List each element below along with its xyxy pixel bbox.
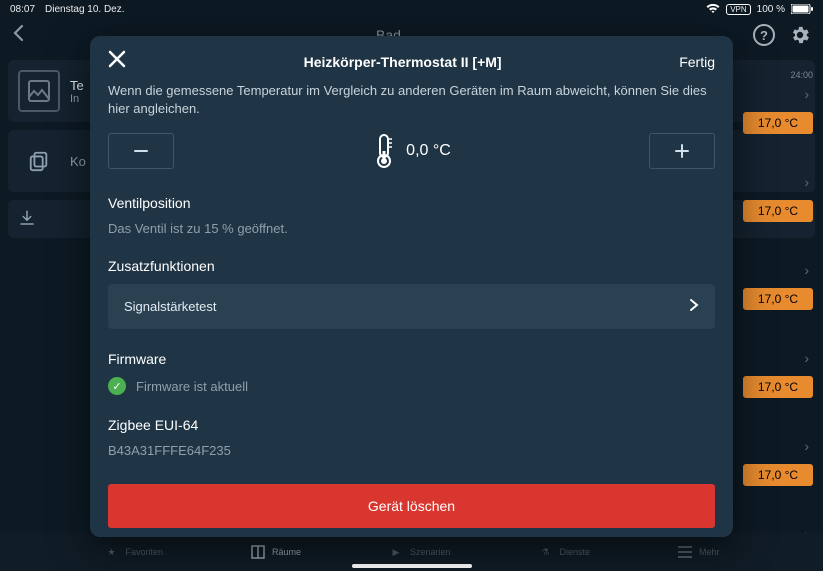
download-icon — [18, 209, 36, 230]
close-button[interactable] — [108, 50, 126, 74]
bg-card-title: Te — [70, 78, 84, 93]
eui-label: Zigbee EUI-64 — [108, 417, 715, 433]
valve-position-value: Das Ventil ist zu 15 % geöffnet. — [108, 221, 715, 236]
temp-chip[interactable]: 17,0 °C — [743, 288, 813, 310]
temperature-display: 0,0 °C — [372, 133, 451, 169]
tab-label: Räume — [272, 547, 301, 557]
check-icon: ✓ — [108, 377, 126, 395]
delete-device-button[interactable]: Gerät löschen — [108, 484, 715, 528]
device-settings-modal: Heizkörper-Thermostat II [+M] Fertig Wen… — [90, 36, 733, 537]
temperature-offset-row: 0,0 °C — [108, 133, 715, 169]
battery-icon — [791, 4, 813, 14]
temp-chip[interactable]: 17,0 °C — [743, 112, 813, 134]
tab-more[interactable]: Mehr — [677, 544, 720, 560]
svg-text:?: ? — [760, 28, 768, 43]
signal-test-label: Signalstärketest — [124, 299, 217, 314]
modal-body: Wenn die gemessene Temperatur im Verglei… — [90, 82, 733, 537]
wifi-icon — [706, 4, 720, 14]
firmware-status-text: Firmware ist aktuell — [136, 379, 248, 394]
background-right-column: 24:00 › 17,0 °C › 17,0 °C › 17,0 °C › 17… — [743, 70, 813, 523]
help-icon[interactable]: ? — [753, 24, 775, 46]
firmware-label: Firmware — [108, 351, 715, 367]
status-date: Dienstag 10. Dez. — [45, 4, 125, 15]
placeholder-icon — [18, 70, 60, 112]
more-icon — [677, 544, 693, 560]
description-text: Wenn die gemessene Temperatur im Verglei… — [108, 82, 715, 117]
thermometer-icon — [372, 133, 396, 169]
modal-header: Heizkörper-Thermostat II [+M] Fertig — [90, 36, 733, 82]
tab-label: Favoriten — [125, 547, 163, 557]
temp-chip[interactable]: 17,0 °C — [743, 376, 813, 398]
star-icon: ★ — [103, 544, 119, 560]
bg-chevron[interactable]: › — [743, 438, 813, 458]
chevron-right-icon — [689, 298, 699, 315]
tab-label: Szenarien — [410, 547, 451, 557]
copy-icon — [18, 140, 60, 182]
valve-position-label: Ventilposition — [108, 195, 715, 211]
done-button[interactable]: Fertig — [679, 54, 715, 70]
tab-favorites[interactable]: ★ Favoriten — [103, 544, 163, 560]
status-bar: 08:07 Dienstag 10. Dez. VPN 100 % — [0, 0, 823, 18]
tab-label: Mehr — [699, 547, 720, 557]
extras-label: Zusatzfunktionen — [108, 258, 715, 274]
services-icon: ⚗ — [537, 544, 553, 560]
tab-scenarios[interactable]: ▶ Szenarien — [388, 544, 451, 560]
settings-icon[interactable] — [789, 24, 811, 46]
vpn-badge: VPN — [726, 4, 750, 15]
bg-card2-label: Ko — [70, 154, 86, 169]
bg-chevron[interactable]: › — [743, 86, 813, 106]
tab-services[interactable]: ⚗ Dienste — [537, 544, 590, 560]
home-indicator[interactable] — [352, 564, 472, 568]
tab-label: Dienste — [559, 547, 590, 557]
status-time: 08:07 — [10, 4, 35, 15]
bg-chevron[interactable]: › — [743, 262, 813, 282]
firmware-status-row: ✓ Firmware ist aktuell — [108, 377, 715, 395]
bg-card-sub: In — [70, 93, 84, 105]
eui-value: B43A31FFFE64F235 — [108, 443, 715, 458]
temperature-value: 0,0 °C — [406, 142, 451, 160]
signal-test-row[interactable]: Signalstärketest — [108, 284, 715, 329]
battery-percent: 100 % — [757, 4, 785, 15]
tab-bar: ★ Favoriten Räume ▶ Szenarien ⚗ Dienste … — [0, 533, 823, 571]
modal-title: Heizkörper-Thermostat II [+M] — [126, 54, 679, 70]
bg-chevron[interactable]: › — [743, 350, 813, 370]
back-button[interactable] — [12, 24, 24, 47]
rooms-icon — [250, 544, 266, 560]
bg-chevron[interactable]: › — [743, 174, 813, 194]
tab-rooms[interactable]: Räume — [250, 544, 301, 560]
temp-chip[interactable]: 17,0 °C — [743, 200, 813, 222]
increase-button[interactable] — [649, 133, 715, 169]
temp-chip[interactable]: 17,0 °C — [743, 464, 813, 486]
scenario-icon: ▶ — [388, 544, 404, 560]
time-label: 24:00 — [743, 70, 813, 80]
decrease-button[interactable] — [108, 133, 174, 169]
